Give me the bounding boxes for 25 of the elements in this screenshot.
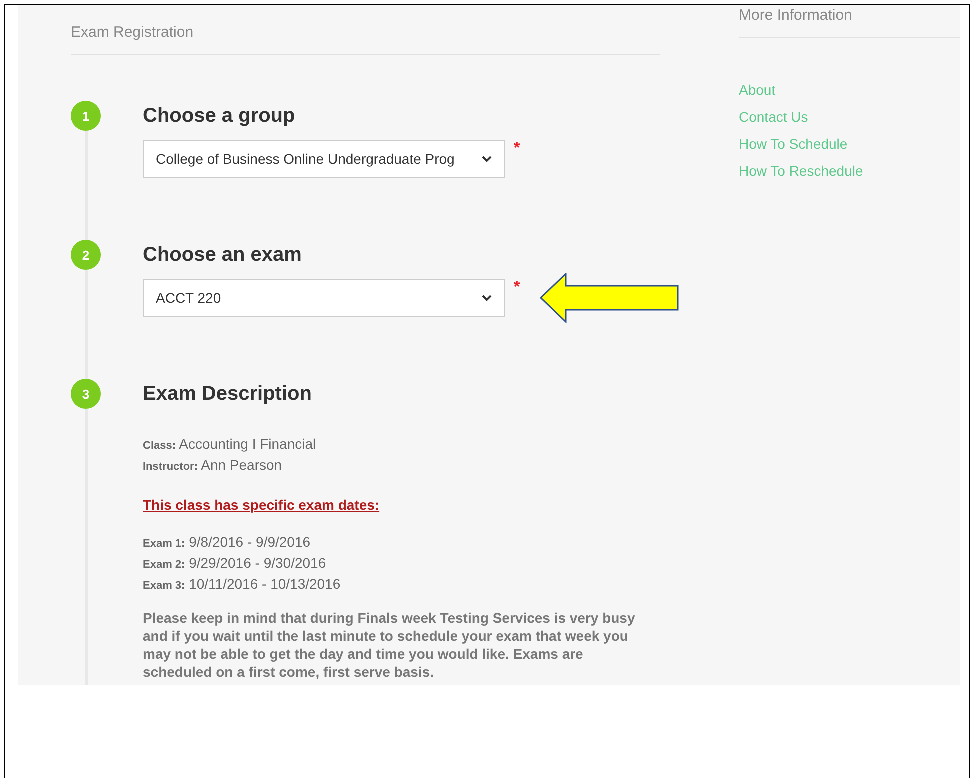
sidebar-link[interactable]: How To Reschedule bbox=[739, 162, 864, 181]
step-number: 2 bbox=[71, 240, 101, 270]
chevron-icon bbox=[482, 156, 492, 162]
exam-date-line: Exam 2: 9/29/2016 - 9/30/2016 bbox=[143, 554, 328, 573]
sidebar-link[interactable]: Contact Us bbox=[739, 108, 808, 127]
step-heading: Exam Description bbox=[143, 382, 312, 407]
exam-date-line: Exam 1: 9/8/2016 - 9/9/2016 bbox=[143, 533, 312, 552]
sidebar-title: More Information bbox=[739, 7, 852, 24]
chevron-icon bbox=[482, 294, 492, 302]
detail-line: Instructor: Ann Pearson bbox=[143, 456, 284, 475]
required-asterisk: * bbox=[514, 140, 520, 158]
dropdown[interactable]: College of Business Online Undergraduate Prog bbox=[143, 140, 505, 178]
notice-text: This class has specific exam dates: bbox=[143, 497, 380, 513]
detail-line: Class: Accounting I Financial bbox=[143, 435, 318, 454]
exam-date-line: Exam 3: 10/11/2016 - 10/13/2016 bbox=[143, 575, 342, 594]
step-number: 3 bbox=[71, 379, 101, 409]
note-paragraph: Please keep in mind that during Finals week Testing Services is very busy and if you wait until the last minute to schedule your exam that week you may not be able to get the day and time you would like. Exams are scheduled on a first come, first serve basis. bbox=[143, 609, 636, 681]
step-heading: Choose a group bbox=[143, 104, 296, 129]
step-heading: Choose an exam bbox=[143, 243, 302, 268]
sidebar-link[interactable]: How To Schedule bbox=[739, 135, 848, 154]
step-number: 1 bbox=[71, 101, 101, 131]
sidebar-link[interactable]: About bbox=[739, 81, 776, 100]
page-title: Exam Registration bbox=[71, 24, 194, 41]
dropdown[interactable]: ACCT 220 bbox=[143, 279, 505, 317]
required-asterisk: * bbox=[514, 279, 520, 297]
